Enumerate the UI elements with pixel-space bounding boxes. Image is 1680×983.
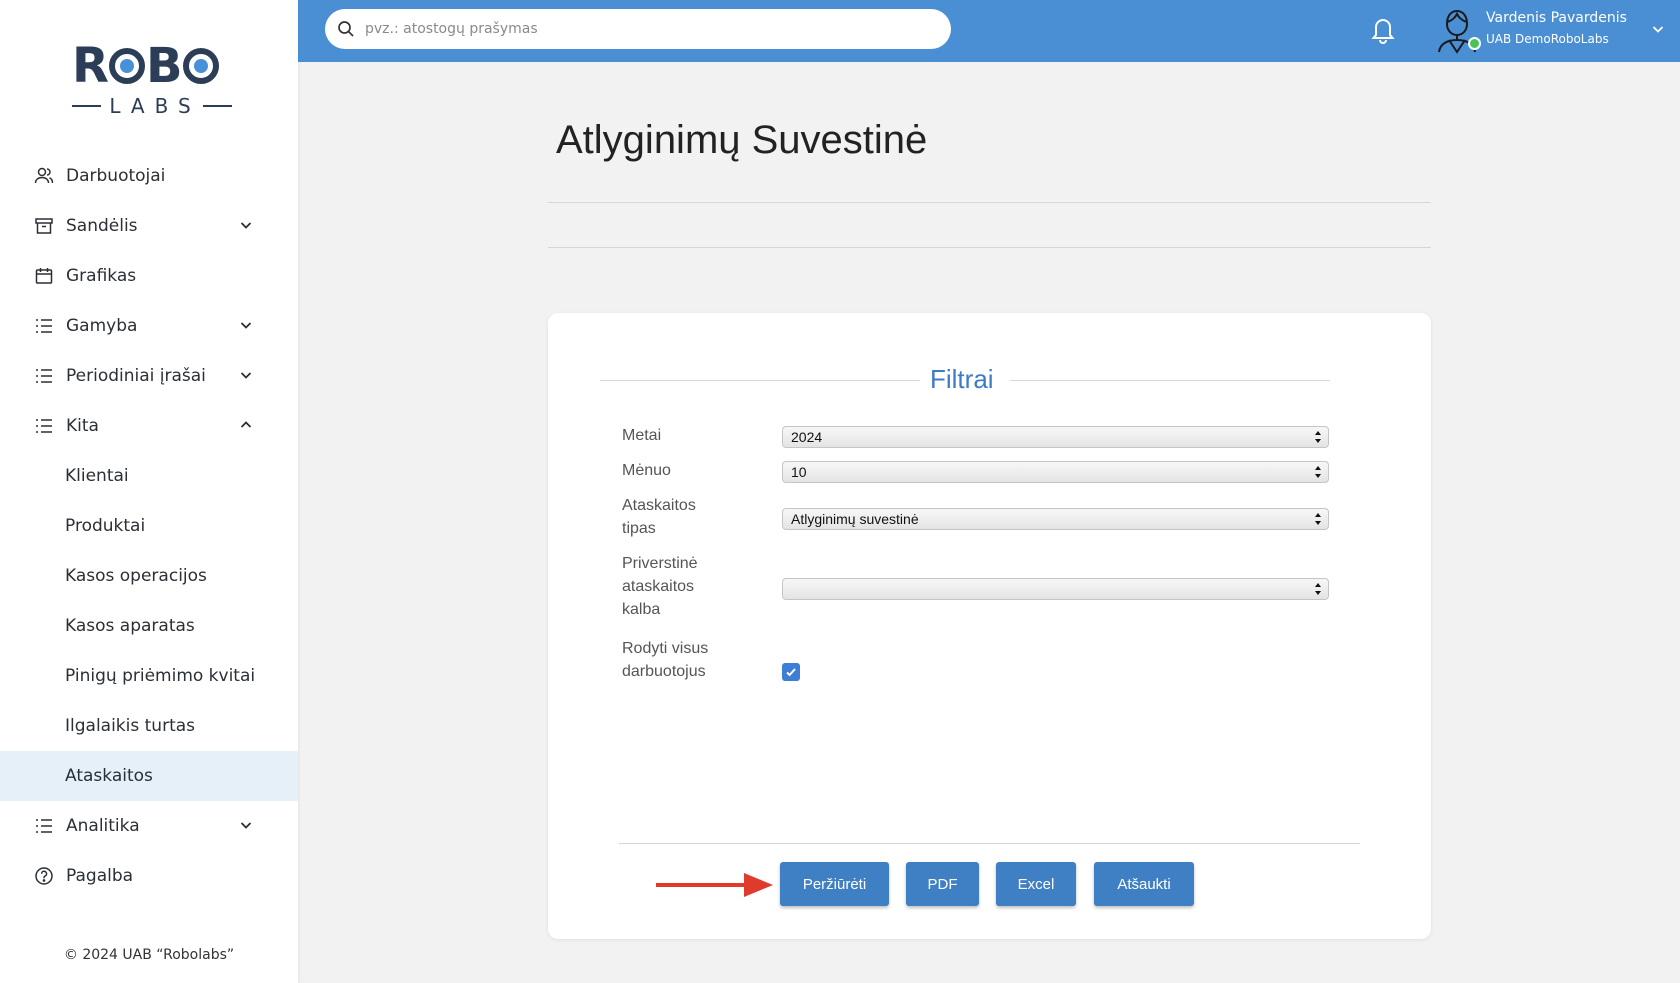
sidebar-item-pinigu-priemimo-kvitai[interactable]: Pinigų priėmimo kvitai: [0, 651, 298, 701]
sidebar-item-label: Pinigų priėmimo kvitai: [65, 666, 256, 686]
month-select-value: 10: [791, 464, 807, 480]
logo-labs-text: LABS: [109, 94, 201, 118]
online-status-dot: [1468, 37, 1481, 50]
excel-button[interactable]: Excel: [996, 862, 1076, 906]
sidebar-item-ataskaitos[interactable]: Ataskaitos: [0, 751, 298, 801]
user-company: UAB DemoRoboLabs: [1486, 32, 1609, 46]
chevron-down-icon[interactable]: [238, 217, 254, 233]
help-icon: [34, 866, 54, 886]
report-type-select-value: Atlyginimų suvestinė: [791, 511, 919, 527]
filters-card: Filtrai Metai 2024 Mėnuo 10 Ataskaitos t…: [548, 313, 1431, 939]
search-box[interactable]: [325, 9, 951, 49]
show-all-checkbox[interactable]: [782, 663, 800, 681]
sidebar: RB LABS Darbuotojai Sandėlis Grafikas Ga…: [0, 0, 298, 983]
list-icon: [34, 366, 54, 386]
list-icon: [34, 816, 54, 836]
notification-bell-icon[interactable]: [1369, 15, 1397, 45]
sidebar-item-label: Pagalba: [66, 866, 134, 886]
language-select[interactable]: [782, 578, 1329, 600]
chevron-down-icon[interactable]: [238, 317, 254, 333]
view-button[interactable]: Peržiūrėti: [780, 862, 889, 906]
chevron-down-icon[interactable]: [238, 367, 254, 383]
divider: [548, 247, 1431, 248]
sidebar-nav: Darbuotojai Sandėlis Grafikas Gamyba Per…: [0, 151, 298, 901]
sidebar-item-analitika[interactable]: Analitika: [0, 801, 298, 851]
show-all-label: Rodyti visus darbuotojus: [622, 640, 709, 680]
legend-line: [1010, 380, 1330, 381]
chevron-up-icon[interactable]: [238, 417, 254, 433]
page-title: Atlyginimų Suvestinė: [556, 118, 928, 162]
sidebar-item-produktai[interactable]: Produktai: [0, 501, 298, 551]
month-label: Mėnuo: [622, 462, 671, 479]
sidebar-item-gamyba[interactable]: Gamyba: [0, 301, 298, 351]
sidebar-item-label: Grafikas: [66, 266, 137, 286]
sidebar-item-label: Ataskaitos: [65, 766, 153, 786]
sidebar-item-ilgalaikis-turtas[interactable]: Ilgalaikis turtas: [0, 701, 298, 751]
sidebar-item-klientai[interactable]: Klientai: [0, 451, 298, 501]
sidebar-item-label: Darbuotojai: [66, 166, 166, 186]
sidebar-item-pagalba[interactable]: Pagalba: [0, 851, 298, 901]
robolabs-logo[interactable]: RB LABS: [72, 38, 232, 118]
arrow-pointer-icon: [656, 873, 773, 897]
search-input[interactable]: [365, 21, 925, 37]
report-type-select[interactable]: Atlyginimų suvestinė: [782, 508, 1329, 530]
select-arrows-icon: [1315, 466, 1321, 478]
sidebar-item-darbuotojai[interactable]: Darbuotojai: [0, 151, 298, 201]
sidebar-item-label: Ilgalaikis turtas: [65, 716, 196, 736]
sidebar-item-kasos-operacijos[interactable]: Kasos operacijos: [0, 551, 298, 601]
sidebar-item-label: Analitika: [66, 816, 140, 836]
sidebar-item-periodiniai-irasai[interactable]: Periodiniai įrašai: [0, 351, 298, 401]
select-arrows-icon: [1315, 583, 1321, 595]
chevron-down-icon[interactable]: [238, 817, 254, 833]
top-bar: Vardenis Pavardenis UAB DemoRoboLabs: [298, 0, 1680, 62]
month-select[interactable]: 10: [782, 461, 1329, 483]
sidebar-item-kasos-aparatas[interactable]: Kasos aparatas: [0, 601, 298, 651]
calendar-icon: [34, 266, 54, 286]
sidebar-item-label: Kasos aparatas: [65, 616, 195, 636]
sidebar-item-label: Periodiniai įrašai: [66, 366, 206, 386]
copyright-text: © 2024 UAB “Robolabs”: [63, 947, 235, 963]
checkmark-icon: [786, 668, 796, 677]
sidebar-item-label: Klientai: [65, 466, 129, 486]
list-icon: [34, 316, 54, 336]
users-icon: [34, 166, 54, 186]
language-label: Priverstinė ataskaitos kalba: [622, 555, 698, 618]
list-icon: [34, 416, 54, 436]
sidebar-item-grafikas[interactable]: Grafikas: [0, 251, 298, 301]
user-name[interactable]: Vardenis Pavardenis: [1486, 10, 1627, 26]
sidebar-item-label: Kasos operacijos: [65, 566, 207, 586]
sidebar-item-label: Kita: [66, 416, 99, 436]
sidebar-item-sandelis[interactable]: Sandėlis: [0, 201, 298, 251]
search-icon: [338, 21, 354, 37]
pdf-button[interactable]: PDF: [906, 862, 979, 906]
year-label: Metai: [622, 427, 662, 444]
chevron-down-icon[interactable]: [1650, 21, 1666, 37]
sidebar-item-label: Gamyba: [66, 316, 138, 336]
legend-line: [600, 380, 920, 381]
divider: [619, 843, 1360, 844]
select-arrows-icon: [1315, 431, 1321, 443]
sidebar-item-label: Produktai: [65, 516, 146, 536]
sidebar-item-label: Sandėlis: [66, 216, 138, 236]
select-arrows-icon: [1315, 513, 1321, 525]
divider: [548, 202, 1431, 203]
year-select[interactable]: 2024: [782, 426, 1329, 448]
archive-icon: [34, 216, 54, 236]
sidebar-item-kita[interactable]: Kita: [0, 401, 298, 451]
report-type-label: Ataskaitos tipas: [622, 497, 696, 537]
logo-letter: B: [145, 38, 183, 94]
cancel-button[interactable]: Atšaukti: [1094, 862, 1194, 906]
year-select-value: 2024: [791, 429, 823, 445]
logo-letter: R: [72, 38, 109, 94]
filters-legend: Filtrai: [930, 364, 994, 394]
